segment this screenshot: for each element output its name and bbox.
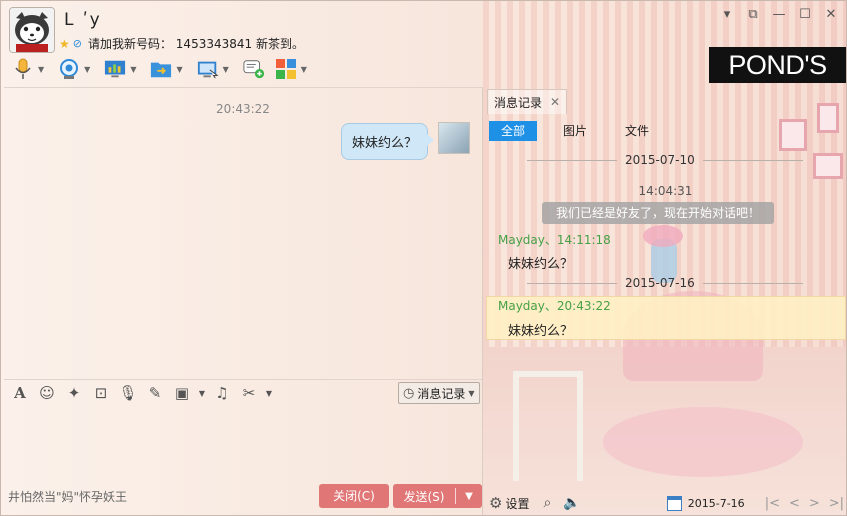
screenshot-frame-icon[interactable]: ⊡ [90,382,112,404]
separator-line [702,282,803,284]
chevron-down-icon[interactable]: ▼ [301,65,307,74]
chevron-down-icon[interactable]: ▼ [265,382,273,404]
separator-line [527,282,617,284]
screen-share-icon [104,58,126,80]
filter-files[interactable]: 文件 [613,121,661,141]
news-ticker[interactable]: 井怕然当"妈"怀孕妖王 [8,488,127,505]
remote-desktop-button[interactable]: ▼ [194,57,236,81]
history-message-text[interactable]: 妹妹约么？ [508,320,573,339]
next-page-icon[interactable]: > [809,496,820,511]
add-message-icon [243,58,265,80]
minimize-icon[interactable]: — [770,7,788,23]
video-call-button[interactable]: ▼ [55,57,97,81]
message-bubble[interactable]: 妹妹约么？ [340,123,435,160]
chevron-down-icon[interactable]: ▼ [223,65,229,74]
chevron-down-icon[interactable]: ▼ [84,65,90,74]
chat-messages-area[interactable]: 20:43:22 妹妹约么？ [4,87,482,379]
separator-line [527,159,617,161]
remote-desktop-icon [197,58,219,80]
chevron-down-icon[interactable]: ▼ [198,382,206,404]
input-toolbar: A ☺ ✦ ⊡ 🎙 ✎ ▣ ▼ ♫ ✂ ▼ [9,382,273,404]
prev-page-icon[interactable]: < [789,496,800,511]
close-icon[interactable]: ✕ [822,7,840,23]
contact-signature: 请加我新号码： 1453343841 新茶到。 [87,37,304,51]
window-controls: ▾ ⧉ — ☐ ✕ [718,7,840,23]
skin-icon[interactable]: ⧉ [744,7,762,23]
file-transfer-button[interactable]: ▼ [147,57,189,81]
cat-avatar-icon [10,8,54,52]
history-message-text[interactable]: 妹妹约么？ [508,253,573,272]
tab-message-history[interactable]: 消息记录 ✕ [487,89,568,114]
add-message-button[interactable] [240,57,268,81]
chat-window: L ʹy ★ ⊘ 请加我新号码： 1453343841 新茶到。 ▾ ⧉ — ☐… [0,0,847,516]
send-button[interactable]: 发送(S) ▼ [393,484,482,508]
screen-share-button[interactable]: ▼ [101,57,143,81]
search-icon[interactable]: ⌕ [543,495,551,511]
time-label: 14:04:31 [638,184,693,198]
voice-message-icon[interactable]: 🎙 [117,382,139,404]
filter-images[interactable]: 图片 [551,121,599,141]
history-tabbar: 消息记录 ✕ [483,87,846,115]
chevron-down-icon[interactable]: ▼ [130,65,136,74]
close-icon[interactable]: ✕ [550,95,560,109]
date-label: 2015-07-10 [625,153,695,167]
apps-button[interactable]: ▼ [272,57,314,81]
magic-wand-icon[interactable]: ✦ [63,382,85,404]
history-message-header[interactable]: Mayday、14:11:18 [498,231,611,248]
date-label: 2015-07-16 [625,276,695,290]
gear-icon[interactable]: ⚙ [489,494,502,512]
calendar-icon[interactable] [666,495,682,511]
history-pagination: |< < > >| [765,496,844,511]
history-filters: 全部 图片 文件 [489,121,661,141]
tab-label: 消息记录 [494,95,543,110]
video-camera-icon [58,58,80,80]
sender-avatar[interactable] [438,122,470,154]
history-panel: 消息记录 ✕ 全部 图片 文件 2015-07-10 14:04:31 我们已经… [483,87,846,515]
chevron-down-icon: ▼ [468,388,475,398]
history-bottom-bar: ⚙ 设置 ⌕ 🔈 2015-7-16 |< < > >| [483,489,846,515]
status-icon[interactable]: ⊘ [73,37,82,50]
close-button[interactable]: 关闭(C) [319,484,389,508]
system-message: 我们已经是好友了，现在开始对话吧！ [542,202,774,224]
current-date[interactable]: 2015-7-16 [688,497,745,510]
menu-icon[interactable]: ▾ [718,7,736,23]
music-icon[interactable]: ♫ [211,382,233,404]
date-separator: 2015-07-16 [483,276,846,290]
apps-grid-icon [275,58,297,80]
contact-name[interactable]: L ʹy [64,10,102,30]
star-icon[interactable]: ★ [59,37,70,51]
scissors-icon[interactable]: ✂ [238,382,260,404]
signature-row: ★ ⊘ 请加我新号码： 1453343841 新茶到。 [59,35,304,52]
message-time: 20:43:22 [216,102,270,116]
image-icon[interactable]: ▣ [171,382,193,404]
chevron-down-icon[interactable]: ▼ [456,491,482,502]
input-divider [4,379,482,380]
separator-line [702,159,803,161]
contact-avatar[interactable] [9,7,55,53]
emoji-icon[interactable]: ☺ [36,382,58,404]
message-input[interactable] [4,407,482,479]
first-page-icon[interactable]: |< [765,496,780,511]
send-label: 发送(S) [403,489,445,504]
filter-all[interactable]: 全部 [489,121,538,141]
microphone-icon [12,58,34,80]
speaker-icon[interactable]: 🔈 [563,495,580,511]
file-transfer-icon [150,58,172,80]
history-message-header[interactable]: Mayday、20:43:22 [498,297,611,314]
brand-logo[interactable]: POND'S [709,47,846,83]
chevron-down-icon[interactable]: ▼ [38,65,44,74]
last-page-icon[interactable]: >| [829,496,844,511]
message-history-button[interactable]: ◷ 消息记录 ▼ [398,382,480,404]
edit-icon[interactable]: ✎ [144,382,166,404]
font-icon[interactable]: A [9,382,31,404]
settings-button[interactable]: 设置 [505,495,529,512]
date-separator: 2015-07-10 [483,153,846,167]
maximize-icon[interactable]: ☐ [796,7,814,23]
clock-icon: ◷ [403,385,415,401]
chevron-down-icon[interactable]: ▼ [176,65,182,74]
top-toolbar: ▼ ▼ ▼ ▼ ▼ ▼ [9,57,314,81]
voice-call-button[interactable]: ▼ [9,57,51,81]
message-history-label: 消息记录 [417,386,466,401]
